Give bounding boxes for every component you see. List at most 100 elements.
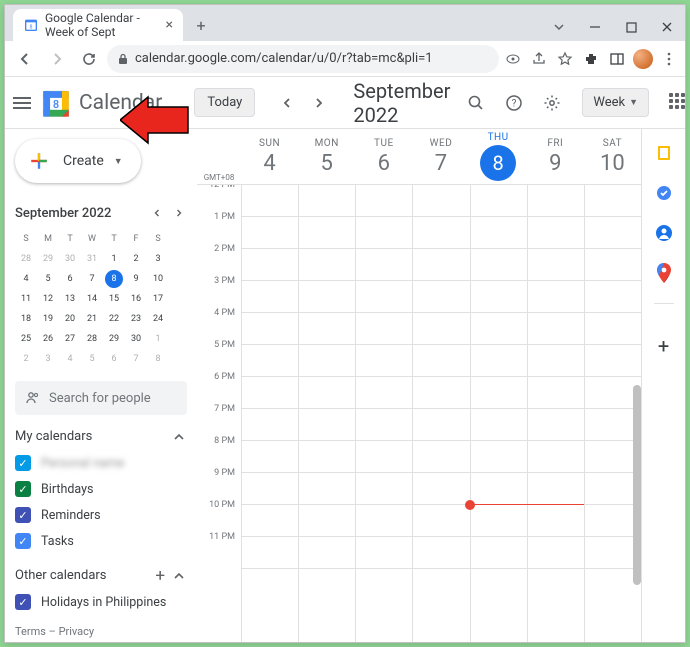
mini-day[interactable]: 2 xyxy=(125,249,147,269)
day-column[interactable] xyxy=(527,185,584,642)
mini-day[interactable]: 28 xyxy=(15,249,37,269)
mini-day[interactable]: 2 xyxy=(15,349,37,369)
mini-day[interactable]: 6 xyxy=(59,269,81,289)
calendar-item[interactable]: ✓Birthdays xyxy=(15,476,197,502)
mini-day[interactable]: 16 xyxy=(125,289,147,309)
mini-day[interactable]: 25 xyxy=(15,329,37,349)
today-button[interactable]: Today xyxy=(194,88,255,117)
mini-day[interactable]: 1 xyxy=(147,329,169,349)
reload-button[interactable] xyxy=(75,45,103,73)
star-icon[interactable] xyxy=(555,49,575,69)
prev-period-button[interactable] xyxy=(273,89,301,117)
share-icon[interactable] xyxy=(529,49,549,69)
mini-day[interactable]: 3 xyxy=(37,349,59,369)
extensions-icon[interactable] xyxy=(581,49,601,69)
day-column[interactable] xyxy=(355,185,412,642)
mini-day[interactable]: 1 xyxy=(103,249,125,269)
day-column[interactable] xyxy=(412,185,469,642)
calendar-checkbox[interactable]: ✓ xyxy=(15,507,31,523)
settings-button[interactable] xyxy=(534,85,570,121)
mini-day[interactable]: 9 xyxy=(125,269,147,289)
vertical-scrollbar[interactable] xyxy=(633,385,641,585)
create-button[interactable]: Create ▼ xyxy=(15,139,141,183)
mini-day[interactable]: 4 xyxy=(15,269,37,289)
new-tab-button[interactable]: + xyxy=(187,11,215,39)
mini-day[interactable]: 20 xyxy=(59,309,81,329)
mini-day[interactable]: 31 xyxy=(81,249,103,269)
calendar-item[interactable]: ✓Holidays in Philippines xyxy=(15,589,197,615)
close-tab-icon[interactable]: × xyxy=(166,17,173,33)
keep-icon[interactable] xyxy=(654,143,674,163)
day-header[interactable]: FRI9 xyxy=(527,129,584,184)
day-header[interactable]: THU8 xyxy=(470,129,527,184)
window-maximize-icon[interactable] xyxy=(613,13,649,41)
mini-day[interactable]: 8 xyxy=(103,269,125,289)
mini-day[interactable]: 15 xyxy=(103,289,125,309)
other-calendars-toggle[interactable]: Other calendars + xyxy=(15,568,197,583)
calendar-item[interactable]: ✓Personal name xyxy=(15,450,197,476)
day-column[interactable] xyxy=(298,185,355,642)
mini-day[interactable]: 26 xyxy=(37,329,59,349)
window-minimize-icon[interactable] xyxy=(577,13,613,41)
my-calendars-toggle[interactable]: My calendars xyxy=(15,429,197,444)
calendar-checkbox[interactable]: ✓ xyxy=(15,481,31,497)
mini-day[interactable]: 30 xyxy=(125,329,147,349)
mini-next-button[interactable] xyxy=(169,203,189,223)
browser-tab[interactable]: 8 Google Calendar - Week of Sept × xyxy=(13,9,183,41)
day-column[interactable] xyxy=(241,185,298,642)
calendar-checkbox[interactable]: ✓ xyxy=(15,594,31,610)
window-close-icon[interactable] xyxy=(649,13,685,41)
day-header[interactable]: SAT10 xyxy=(584,129,641,184)
next-period-button[interactable] xyxy=(305,89,333,117)
mini-day[interactable]: 12 xyxy=(37,289,59,309)
view-switcher[interactable]: Week▼ xyxy=(582,88,649,117)
search-people-input[interactable]: Search for people xyxy=(15,381,187,415)
mini-day[interactable]: 18 xyxy=(15,309,37,329)
mini-day[interactable]: 4 xyxy=(59,349,81,369)
mini-day[interactable]: 6 xyxy=(103,349,125,369)
day-column[interactable] xyxy=(470,185,527,642)
back-button[interactable] xyxy=(11,45,39,73)
day-header[interactable]: TUE6 xyxy=(355,129,412,184)
mini-day[interactable]: 17 xyxy=(147,289,169,309)
mini-day[interactable]: 7 xyxy=(81,269,103,289)
mini-day[interactable]: 10 xyxy=(147,269,169,289)
mini-day[interactable]: 22 xyxy=(103,309,125,329)
tasks-icon[interactable] xyxy=(654,183,674,203)
forward-button[interactable] xyxy=(43,45,71,73)
window-chevron-icon[interactable] xyxy=(541,13,577,41)
eye-icon[interactable] xyxy=(503,49,523,69)
day-header[interactable]: MON5 xyxy=(298,129,355,184)
mini-day[interactable]: 21 xyxy=(81,309,103,329)
google-apps-button[interactable] xyxy=(669,93,685,113)
mini-day[interactable]: 19 xyxy=(37,309,59,329)
help-button[interactable]: ? xyxy=(496,85,532,121)
profile-avatar[interactable] xyxy=(633,49,653,69)
omnibox[interactable]: calendar.google.com/calendar/u/0/r?tab=m… xyxy=(107,45,499,73)
mini-day[interactable]: 28 xyxy=(81,329,103,349)
mini-day[interactable]: 8 xyxy=(147,349,169,369)
calendar-item[interactable]: ✓Reminders xyxy=(15,502,197,528)
mini-day[interactable]: 29 xyxy=(37,249,59,269)
calendar-checkbox[interactable]: ✓ xyxy=(15,455,31,471)
calendar-checkbox[interactable]: ✓ xyxy=(15,533,31,549)
mini-day[interactable]: 29 xyxy=(103,329,125,349)
mini-day[interactable]: 14 xyxy=(81,289,103,309)
get-addons-button[interactable]: + xyxy=(658,334,669,358)
calendar-item[interactable]: ✓Tasks xyxy=(15,528,197,554)
mini-day[interactable]: 11 xyxy=(15,289,37,309)
app-logo[interactable]: 8 Calendar xyxy=(39,86,162,120)
day-header[interactable]: SUN4 xyxy=(241,129,298,184)
mini-day[interactable]: 7 xyxy=(125,349,147,369)
main-menu-button[interactable] xyxy=(13,83,31,123)
maps-icon[interactable] xyxy=(654,263,674,283)
mini-day[interactable]: 13 xyxy=(59,289,81,309)
contacts-icon[interactable] xyxy=(654,223,674,243)
search-button[interactable] xyxy=(458,85,494,121)
mini-day[interactable]: 27 xyxy=(59,329,81,349)
mini-cal-grid[interactable]: SMTWTFS282930311234567891011121314151617… xyxy=(15,229,197,369)
side-panel-icon[interactable] xyxy=(607,49,627,69)
mini-day[interactable]: 23 xyxy=(125,309,147,329)
mini-day[interactable]: 24 xyxy=(147,309,169,329)
mini-day[interactable]: 5 xyxy=(81,349,103,369)
